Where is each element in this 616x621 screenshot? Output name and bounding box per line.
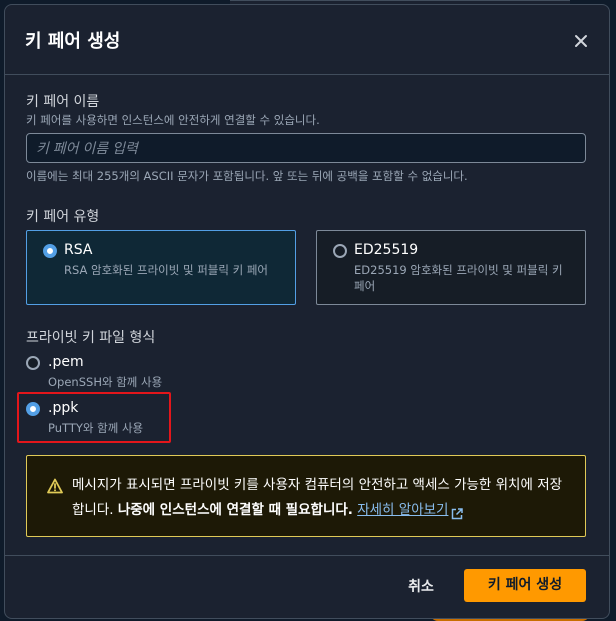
ed25519-description: ED25519 암호화된 프라이빗 및 퍼블릭 키 페어 — [354, 263, 563, 293]
key-type-option-ed25519[interactable]: ED25519 ED25519 암호화된 프라이빗 및 퍼블릭 키 페어 — [316, 230, 586, 305]
warning-icon — [47, 478, 63, 494]
cancel-button[interactable]: 취소 — [401, 571, 441, 603]
pem-radio[interactable] — [26, 356, 40, 370]
key-pair-name-input[interactable] — [26, 133, 586, 163]
learn-more-link[interactable]: 자세히 알아보기 — [357, 502, 464, 520]
pem-description: OpenSSH와 함께 사용 — [48, 375, 163, 389]
external-link-icon — [451, 504, 464, 520]
warning-emphasis: 나중에 인스턴스에 연결할 때 필요합니다. — [117, 502, 353, 518]
key-pair-name-description: 키 페어를 사용하면 인스턴스에 안전하게 연결할 수 있습니다. — [26, 113, 320, 127]
ppk-highlight-box — [17, 392, 171, 443]
modal-footer: 취소 키 페어 생성 — [5, 555, 609, 618]
key-type-option-rsa[interactable]: RSA RSA 암호화된 프라이빗 및 퍼블릭 키 페어 — [26, 230, 296, 305]
key-pair-type-label: 키 페어 유형 — [26, 209, 100, 225]
warning-alert: 메시지가 표시되면 프라이빗 키를 사용자 컴퓨터의 안전하고 액세스 가능한 … — [26, 455, 586, 537]
close-icon[interactable] — [571, 31, 591, 51]
pem-title[interactable]: .pem — [48, 354, 84, 370]
modal-title: 키 페어 생성 — [25, 31, 121, 52]
ed25519-radio[interactable] — [333, 244, 347, 258]
create-key-pair-button[interactable]: 키 페어 생성 — [464, 569, 586, 602]
private-key-format-label: 프라이빗 키 파일 형식 — [26, 330, 156, 346]
warning-text: 메시지가 표시되면 프라이빗 키를 사용자 컴퓨터의 안전하고 액세스 가능한 … — [72, 473, 572, 523]
key-pair-name-constraint: 이름에는 최대 255개의 ASCII 문자가 포함됩니다. 앞 또는 뒤에 공… — [26, 169, 468, 183]
ed25519-title: ED25519 — [354, 242, 419, 258]
rsa-radio[interactable] — [43, 244, 57, 258]
key-pair-name-label: 키 페어 이름 — [26, 94, 100, 110]
create-key-pair-modal: 키 페어 생성 키 페어 이름 키 페어를 사용하면 인스턴스에 안전하게 연결… — [4, 4, 610, 619]
modal-header: 키 페어 생성 — [5, 5, 609, 75]
rsa-description: RSA 암호화된 프라이빗 및 퍼블릭 키 페어 — [64, 263, 269, 277]
learn-more-label: 자세히 알아보기 — [357, 502, 449, 518]
rsa-title: RSA — [64, 242, 93, 258]
